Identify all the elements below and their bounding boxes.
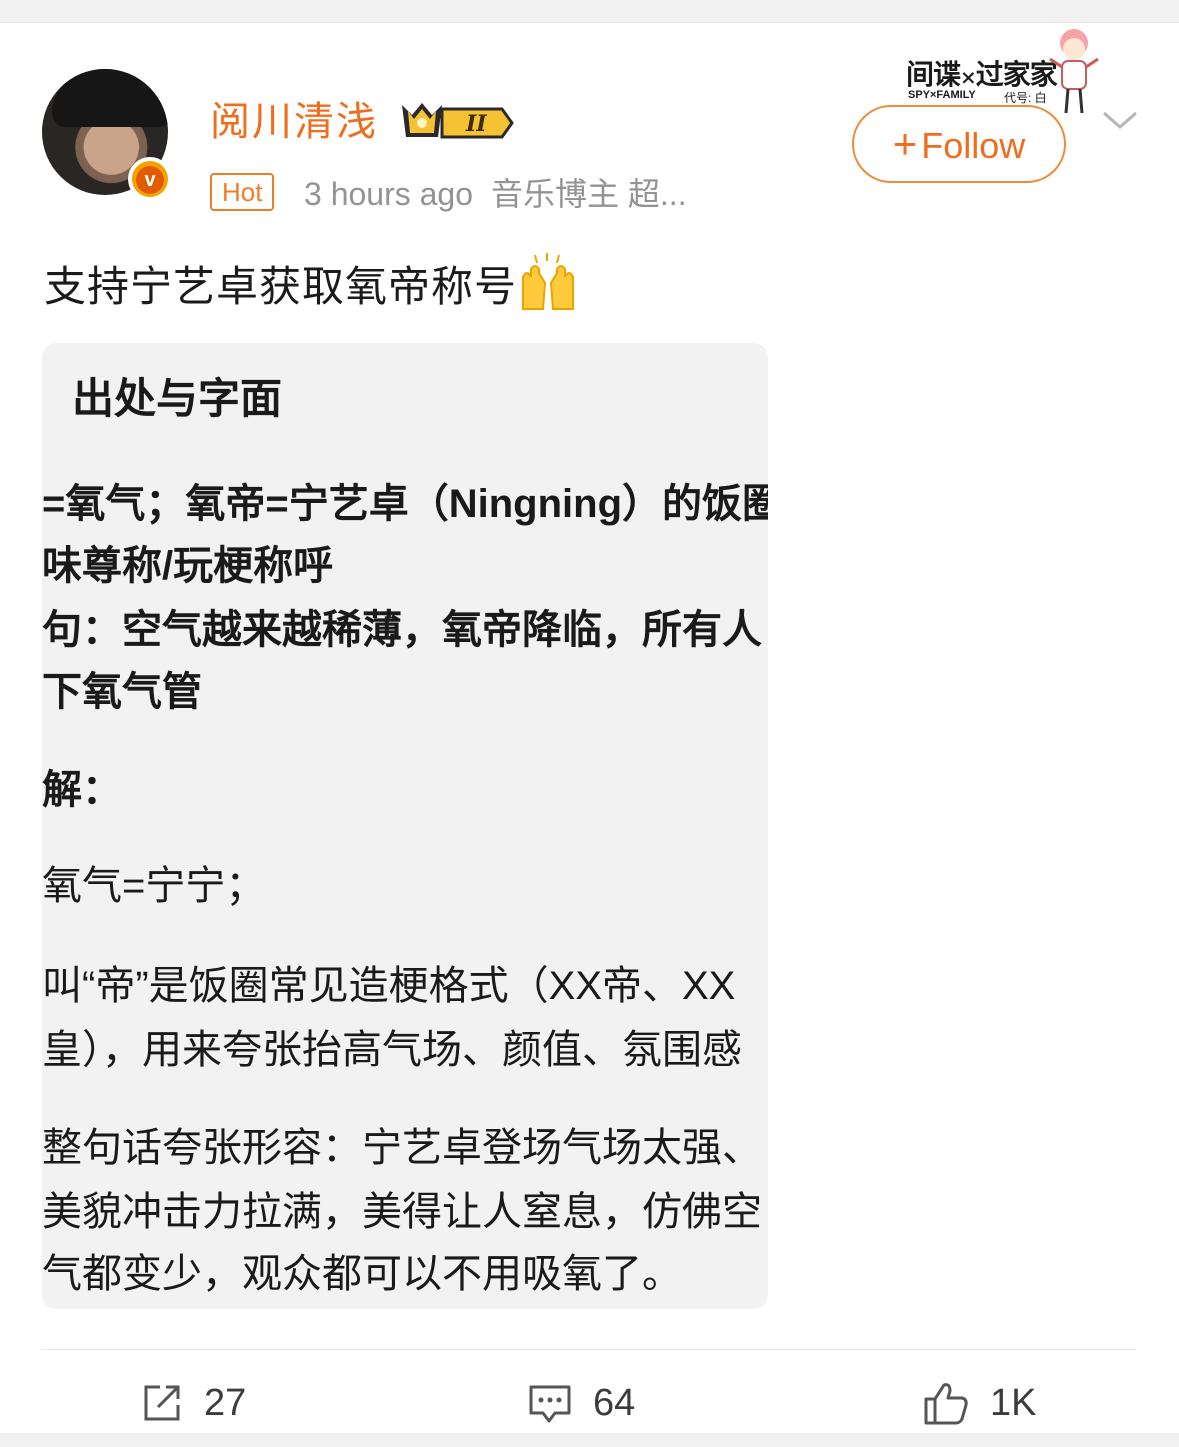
like-count: 1K xyxy=(990,1381,1037,1424)
post-text: 支持宁艺卓获取氧帝称号 xyxy=(44,253,579,314)
post-image[interactable]: 出处与字面 =氧气；氧帝=宁艺卓（Ningning）的饭圈 味尊称/玩梗称呼 句… xyxy=(42,343,768,1309)
follow-label: Follow xyxy=(921,125,1026,166)
comment-button[interactable]: 64 xyxy=(527,1375,635,1431)
comment-icon xyxy=(529,1385,571,1423)
brand-title: 间谍×过家家 xyxy=(906,58,1058,91)
plus-icon: + xyxy=(892,120,918,167)
verified-badge-icon: v xyxy=(128,157,172,201)
post-card: v 阅川清浅 II Hot 3 hours ago 音乐博主 超... 间谍×过家… xyxy=(0,22,1179,1433)
repost-icon xyxy=(144,1385,180,1421)
image-line-2: 味尊称/玩梗称呼 xyxy=(42,544,334,588)
brand-sub-left: SPY×FAMILY xyxy=(908,89,976,101)
like-button[interactable]: 1K xyxy=(922,1375,1036,1431)
image-line-3: 句：空气越来越稀薄，氧帝降临，所有人 xyxy=(42,608,762,652)
chevron-down-icon[interactable] xyxy=(1100,101,1140,141)
username[interactable]: 阅川清浅 xyxy=(210,89,378,147)
image-line-10: 美貌冲击力拉满，美得让人窒息，仿佛空 xyxy=(42,1190,762,1234)
image-line-7: 叫“帝”是饭圈常见造梗格式（XX帝、XX xyxy=(42,964,736,1008)
image-line-5: 解： xyxy=(42,768,122,812)
repost-count: 27 xyxy=(204,1381,247,1424)
image-line-6: 氧气=宁宁； xyxy=(42,864,266,908)
brand-sub-right: 代号: 白 xyxy=(1004,91,1047,105)
image-line-11: 气都变少，观众都可以不用吸氧了。 xyxy=(42,1252,682,1296)
post-source: 音乐博主 超... xyxy=(491,176,687,212)
raising-hands-emoji-icon xyxy=(522,253,575,310)
image-line-9: 整句话夸张形容：宁艺卓登场气场太强、 xyxy=(42,1126,762,1170)
repost-button[interactable]: 27 xyxy=(140,1375,246,1431)
post-meta: 3 hours ago 音乐博主 超... xyxy=(304,169,687,215)
badge-level-text: II xyxy=(465,111,487,137)
image-line-4: 下氧气管 xyxy=(42,670,202,714)
thumbs-up-icon xyxy=(924,1383,968,1425)
comment-count: 64 xyxy=(593,1381,636,1424)
anya-sticker-icon xyxy=(1049,29,1099,114)
actions-divider xyxy=(42,1349,1136,1350)
image-heading: 出处与字面 xyxy=(72,375,283,422)
post-time: 3 hours ago xyxy=(304,176,474,212)
follow-button[interactable]: + Follow xyxy=(852,105,1066,183)
image-line-1: =氧气；氧帝=宁艺卓（Ningning）的饭圈 xyxy=(42,482,768,526)
member-crown-badge-icon[interactable]: II xyxy=(398,97,516,143)
image-line-8: 皇），用来夸张抬高气场、颜值、氛围感 xyxy=(42,1028,742,1072)
hot-tag: Hot xyxy=(210,173,275,211)
